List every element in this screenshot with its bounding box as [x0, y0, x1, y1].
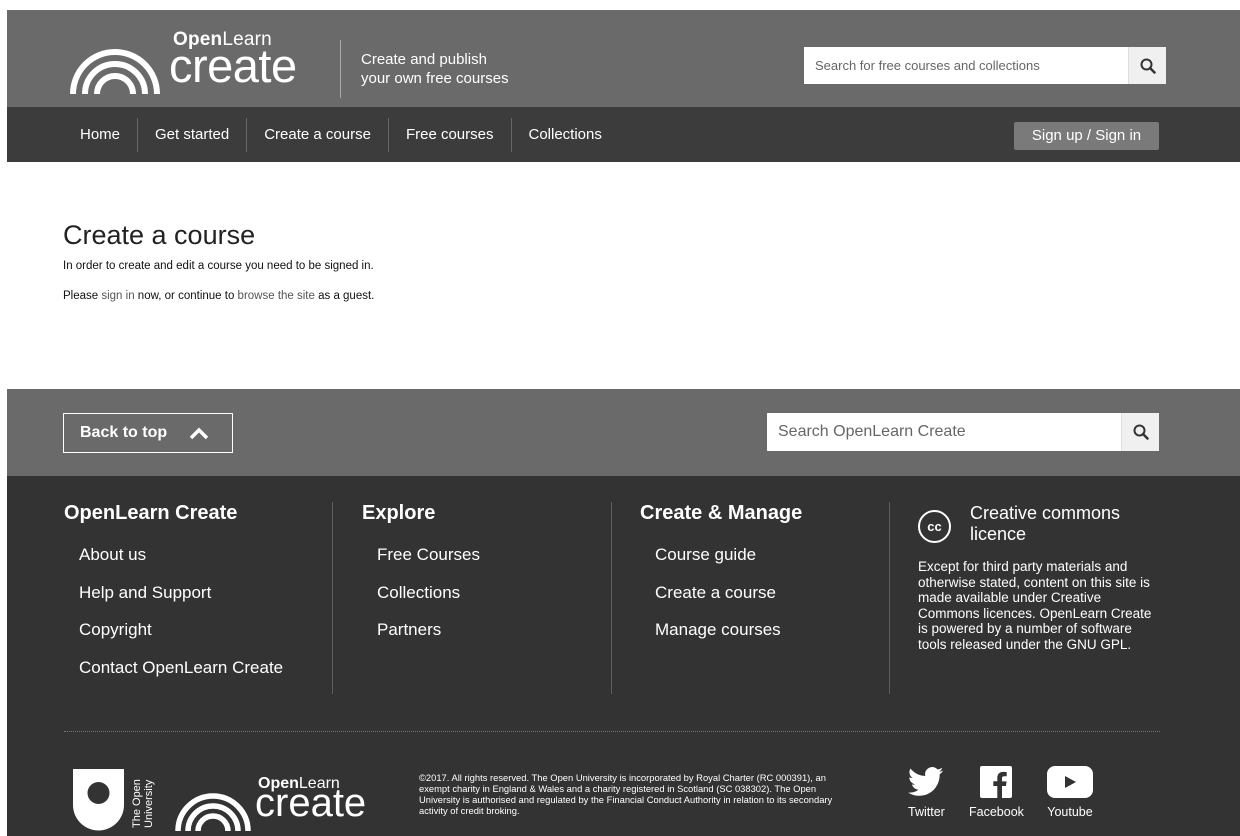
footer-column-divider [332, 502, 333, 694]
header-search-button[interactable] [1128, 47, 1166, 84]
youtube-link[interactable]: Youtube [1047, 766, 1093, 819]
copyright-notice: ©2017. All rights reserved. The Open Uni… [419, 772, 833, 816]
rainbow-arches-icon [175, 793, 251, 831]
creative-commons-block: cc Creative commons licence Except for t… [918, 503, 1163, 652]
footer-column-explore: Explore Free Courses Collections Partner… [362, 502, 480, 658]
open-university-wordmark: The Open University [128, 766, 158, 830]
nav-create-a-course[interactable]: Create a course [247, 118, 388, 152]
footer-link-help-and-support[interactable]: Help and Support [64, 583, 283, 621]
footer-link-free-courses[interactable]: Free Courses [362, 545, 480, 583]
sign-in-required-message: In order to create and edit a course you… [63, 260, 374, 272]
facebook-link[interactable]: Facebook [969, 766, 1024, 819]
header-search-input[interactable] [804, 47, 1128, 84]
rainbow-arches-icon [70, 49, 160, 94]
browse-site-link[interactable]: browse the site [238, 290, 315, 302]
footer-column-divider [889, 502, 890, 694]
footer-column-title: Create & Manage [640, 502, 803, 524]
site-footer: OpenLearn Create About us Help and Suppo… [7, 476, 1240, 836]
nav-home[interactable]: Home [64, 118, 137, 152]
footer-search-input[interactable] [767, 413, 1121, 451]
nav-collections[interactable]: Collections [512, 118, 619, 152]
search-icon [1133, 424, 1149, 440]
facebook-icon [980, 766, 1013, 798]
open-university-shield-icon[interactable] [71, 767, 131, 836]
header-divider [340, 40, 341, 98]
twitter-icon [908, 767, 944, 796]
logo-create-text: create [169, 39, 297, 92]
footer-column-create-manage: Create & Manage Course guide Create a co… [640, 502, 802, 658]
footer-search-button[interactable] [1121, 413, 1159, 451]
page-title: Create a course [63, 220, 256, 250]
site-header: OpenLearn create Create and publish your… [7, 10, 1240, 107]
back-to-top-button[interactable]: Back to top [63, 413, 233, 453]
footer-column-title: OpenLearn Create [64, 502, 238, 524]
footer-link-manage-courses[interactable]: Manage courses [640, 620, 802, 658]
chevron-up-icon [189, 426, 209, 440]
footer-search [767, 413, 1159, 451]
footer-link-collections[interactable]: Collections [362, 583, 480, 621]
main-navigation: Home Get started Create a course Free co… [7, 107, 1240, 162]
search-icon [1140, 58, 1156, 74]
svg-text:The Open: The Open [131, 779, 143, 828]
youtube-icon [1047, 766, 1093, 798]
nav-free-courses[interactable]: Free courses [389, 118, 511, 152]
footer-link-partners[interactable]: Partners [362, 620, 480, 658]
footer-divider [64, 731, 1160, 732]
footer-link-course-guide[interactable]: Course guide [640, 545, 802, 583]
footer-link-copyright[interactable]: Copyright [64, 620, 283, 658]
footer-column-title: Explore [362, 502, 436, 524]
footer-column-openlearn-create: OpenLearn Create About us Help and Suppo… [64, 502, 283, 695]
footer-column-divider [611, 502, 612, 694]
sign-in-button[interactable]: Sign up / Sign in [1014, 122, 1159, 150]
sign-in-link[interactable]: sign in [101, 290, 134, 302]
site-tagline: Create and publish your own free courses [361, 51, 509, 87]
sign-in-prompt: Please sign in now, or continue to brows… [63, 290, 375, 302]
footer-link-contact[interactable]: Contact OpenLearn Create [64, 658, 283, 696]
footer-link-about-us[interactable]: About us [64, 545, 283, 583]
header-search [804, 47, 1166, 84]
creative-commons-title[interactable]: Creative commons licence [970, 503, 1150, 545]
twitter-link[interactable]: Twitter [908, 766, 945, 819]
footer-openlearn-create-logo[interactable]: OpenLearn create [174, 775, 394, 835]
openlearn-create-logo[interactable]: OpenLearn create [69, 29, 329, 102]
nav-get-started[interactable]: Get started [138, 118, 246, 152]
footer-top-bar: Back to top [7, 389, 1240, 476]
creative-commons-icon[interactable]: cc [918, 510, 951, 543]
footer-link-create-a-course[interactable]: Create a course [640, 583, 802, 621]
svg-text:University: University [143, 779, 155, 828]
licence-text: Except for third party materials and oth… [918, 559, 1152, 652]
